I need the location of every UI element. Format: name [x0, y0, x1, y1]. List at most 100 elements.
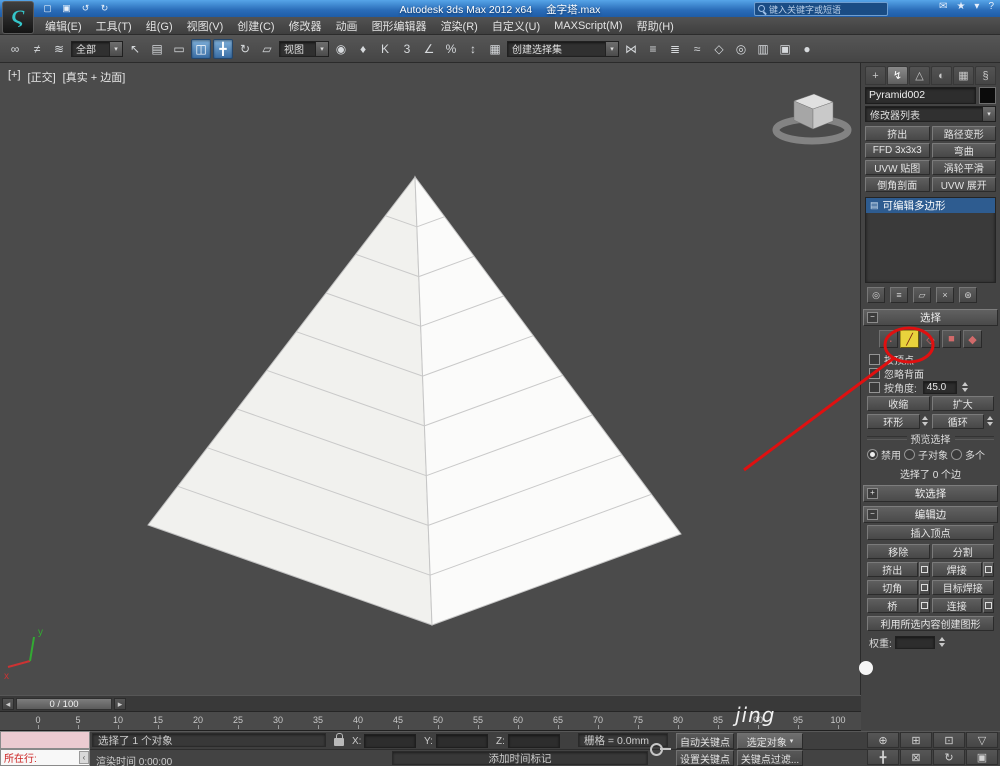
- set-key-button[interactable]: 设置关键点: [676, 750, 734, 766]
- time-slider[interactable]: 0 / 100: [16, 698, 112, 710]
- remove-button[interactable]: 移除: [867, 543, 930, 559]
- ring-button[interactable]: 环形: [867, 413, 920, 429]
- menu-item[interactable]: 图形编辑器: [365, 17, 434, 35]
- next-frame-button[interactable]: ▸: [114, 698, 126, 710]
- show-end-result-icon[interactable]: ≡: [890, 287, 908, 303]
- render-production-icon[interactable]: ●: [797, 39, 817, 59]
- snaps-toggle-icon[interactable]: 3: [397, 39, 417, 59]
- orbit-icon[interactable]: ↻: [933, 749, 965, 765]
- align-icon[interactable]: ≡: [643, 39, 663, 59]
- rollout-soft-selection-header[interactable]: + 软选择: [863, 485, 998, 502]
- layer-manager-icon[interactable]: ≣: [665, 39, 685, 59]
- open-file-icon[interactable]: ▢: [40, 1, 55, 15]
- viewport[interactable]: x y [+] [正交] [真实 + 边面]: [0, 63, 861, 695]
- stack-item-editable-poly[interactable]: ▤ 可编辑多边形: [866, 198, 995, 213]
- time-slider-track[interactable]: ◂ 0 / 100 ▸: [0, 695, 861, 712]
- undo-icon[interactable]: ↺: [78, 1, 93, 15]
- favorites-icon[interactable]: ★: [956, 1, 965, 12]
- ignore-backfacing-checkbox[interactable]: [869, 367, 880, 379]
- create-shape-button[interactable]: 利用所选内容创建图形: [867, 616, 994, 631]
- menu-item[interactable]: 修改器: [282, 17, 329, 35]
- by-vertex-checkbox[interactable]: [869, 353, 880, 365]
- viewcube[interactable]: [772, 93, 852, 145]
- help-icon[interactable]: ?: [988, 1, 994, 12]
- remove-modifier-icon[interactable]: ×: [936, 287, 954, 303]
- insert-vertex-button[interactable]: 插入顶点: [867, 525, 994, 540]
- preview-disable-radio[interactable]: [867, 449, 878, 460]
- fov-icon[interactable]: ▽: [966, 732, 998, 748]
- render-setup-icon[interactable]: ▥: [753, 39, 773, 59]
- menu-item[interactable]: 渲染(R): [434, 17, 485, 35]
- track-bar[interactable]: 0 5 10 15 20 25 30 35 40 45 50 55 60 65 70 75 80 85 90 95 10…: [0, 712, 861, 731]
- menu-item[interactable]: 自定义(U): [485, 17, 547, 35]
- by-angle-field[interactable]: 45.0: [922, 380, 957, 394]
- modifier-set-button[interactable]: 挤出: [865, 126, 930, 141]
- schematic-view-icon[interactable]: ◇: [709, 39, 729, 59]
- selection-filter-dropdown[interactable]: 全部 ▾: [71, 40, 123, 57]
- object-color-swatch[interactable]: [979, 86, 996, 104]
- zoom-region-icon[interactable]: ⊠: [900, 749, 932, 765]
- select-and-manipulate-icon[interactable]: ♦: [353, 39, 373, 59]
- pin-stack-icon[interactable]: ◎: [867, 287, 885, 303]
- menu-item[interactable]: 编辑(E): [38, 17, 89, 35]
- menu-item[interactable]: 视图(V): [180, 17, 231, 35]
- rollout-edit-edges-header[interactable]: − 编辑边: [863, 506, 998, 523]
- bridge-settings-button[interactable]: [918, 597, 930, 613]
- hierarchy-tab[interactable]: △: [909, 66, 930, 85]
- key-filters-button[interactable]: 关键点过滤...: [737, 750, 803, 766]
- display-tab[interactable]: ▦: [953, 66, 974, 85]
- unlink-selection-icon[interactable]: ≠: [27, 39, 47, 59]
- selection-lock-icon[interactable]: [334, 733, 344, 746]
- target-weld-button[interactable]: 目标焊接: [931, 579, 994, 595]
- modifier-stack[interactable]: ▤ 可编辑多边形: [865, 197, 996, 283]
- select-and-move-icon[interactable]: ╋: [213, 38, 233, 59]
- loop-spinner[interactable]: [985, 416, 994, 426]
- chamfer-button[interactable]: 切角: [867, 579, 918, 595]
- rollout-selection-header[interactable]: − 选择: [863, 309, 998, 326]
- split-button[interactable]: 分割: [931, 543, 994, 559]
- menu-item[interactable]: MAXScript(M): [547, 17, 629, 35]
- selected-filter-dropdown[interactable]: 选定对象 ▾: [737, 733, 803, 749]
- object-name-field[interactable]: Pyramid002: [865, 86, 976, 104]
- configure-modifier-sets-icon[interactable]: ⊛: [959, 287, 977, 303]
- zoom-all-icon[interactable]: ⊞: [900, 732, 932, 748]
- weight-spinner[interactable]: [938, 637, 947, 647]
- border-mode-icon[interactable]: ◇: [921, 330, 940, 348]
- angle-snap-icon[interactable]: ∠: [419, 39, 439, 59]
- grow-button[interactable]: 扩大: [931, 395, 994, 411]
- modifier-set-button[interactable]: FFD 3x3x3: [865, 143, 930, 158]
- chamfer-settings-button[interactable]: [918, 579, 930, 595]
- pan-icon[interactable]: ╋: [867, 749, 899, 765]
- make-unique-icon[interactable]: ▱: [913, 287, 931, 303]
- infocenter-search-input[interactable]: 键入关键字或短语: [754, 2, 888, 16]
- modifier-set-button[interactable]: UVW 贴图: [865, 160, 930, 175]
- extrude-button[interactable]: 挤出: [867, 561, 918, 577]
- macro-recorder-field[interactable]: [0, 731, 90, 749]
- polygon-mode-icon[interactable]: ■: [942, 330, 961, 348]
- modifier-set-button[interactable]: 弯曲: [931, 143, 996, 158]
- keyboard-override-icon[interactable]: K: [375, 39, 395, 59]
- weld-settings-button[interactable]: [983, 561, 994, 577]
- connect-settings-button[interactable]: [983, 597, 994, 613]
- modify-tab[interactable]: ↯: [887, 66, 908, 85]
- menu-item[interactable]: 工具(T): [89, 17, 139, 35]
- use-pivot-point-icon[interactable]: ◉: [331, 39, 351, 59]
- viewport-label-2[interactable]: [真实 + 边面]: [63, 69, 126, 85]
- percent-snap-icon[interactable]: %: [441, 39, 461, 59]
- pyramid-object[interactable]: [147, 175, 682, 626]
- modifier-set-button[interactable]: 路径变形: [931, 126, 996, 141]
- viewport-label-1[interactable]: [正交]: [28, 69, 56, 85]
- ring-spinner[interactable]: [921, 416, 930, 426]
- listener-scroll-button[interactable]: ‹: [79, 751, 89, 764]
- weld-button[interactable]: 焊接: [931, 561, 982, 577]
- select-object-icon[interactable]: ↖: [125, 39, 145, 59]
- select-and-rotate-icon[interactable]: ↻: [235, 39, 255, 59]
- loop-button[interactable]: 循环: [931, 413, 984, 429]
- z-coordinate-field[interactable]: [508, 734, 560, 748]
- auto-key-button[interactable]: 自动关键点: [676, 733, 734, 749]
- extrude-settings-button[interactable]: [918, 561, 930, 577]
- bind-to-spacewarp-icon[interactable]: ≋: [49, 39, 69, 59]
- preview-multi-radio[interactable]: [951, 449, 962, 460]
- infocenter-menu-icon[interactable]: ▾: [974, 1, 979, 12]
- mirror-icon[interactable]: ⋈: [621, 39, 641, 59]
